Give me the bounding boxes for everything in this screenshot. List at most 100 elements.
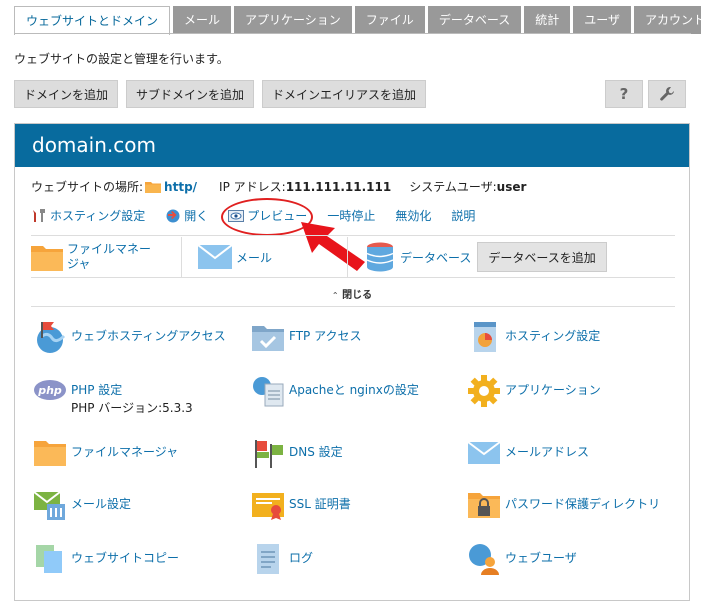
quick-access-bar: ファイルマネージャ メール データベース データベースを追加 [31, 237, 675, 277]
grid-ssl-certificates[interactable]: SSL 証明書 [251, 488, 351, 522]
domain-panel: domain.com ウェブサイトの場所: http/ IP アドレス: 111… [14, 123, 690, 601]
ip-value: 111.111.11.111 [285, 179, 392, 194]
grid-dns-settings[interactable]: DNS 設定 [251, 436, 343, 470]
system-user-value: user [496, 179, 527, 194]
grid-applications-label: アプリケーション [505, 383, 601, 397]
tab-applications[interactable]: アプリケーション [234, 6, 352, 34]
grid-file-manager[interactable]: ファイルマネージャ [33, 436, 178, 470]
tab-databases[interactable]: データベース [427, 6, 522, 34]
hosting-settings-link[interactable]: ホスティング設定 [31, 207, 145, 224]
quick-database-label: データベース [400, 250, 472, 265]
system-user-label: システムユーザ: [409, 180, 497, 194]
folder-icon [34, 441, 66, 466]
database-icon [366, 242, 394, 272]
grid-apache-nginx[interactable]: Apacheと nginxの設定 [251, 374, 419, 408]
tab-websites-domains[interactable]: ウェブサイトとドメイン [14, 6, 171, 35]
grid-php-settings-label: PHP 設定 [71, 383, 123, 397]
toolbar: ドメインを追加 サブドメインを追加 ドメインエイリアスを追加 [14, 80, 434, 108]
tab-account[interactable]: アカウント [634, 6, 701, 34]
grid-web-users-label: ウェブユーザ [505, 551, 577, 565]
add-domain-button[interactable]: ドメインを追加 [14, 80, 119, 108]
log-icon [257, 544, 279, 574]
disable-label: 無効化 [395, 209, 432, 223]
hosting-settings-icon [474, 322, 496, 352]
chevron-up-icon: ⌃ [331, 291, 339, 300]
tab-users[interactable]: ユーザ [573, 6, 631, 34]
description-link[interactable]: 説明 [451, 207, 475, 224]
grid-password-protected-dirs[interactable]: パスワード保護ディレクトリ [467, 488, 660, 522]
quick-file-manager-label: ファイルマネージャ [67, 242, 152, 271]
tab-divider [14, 33, 691, 34]
add-database-button[interactable]: データベースを追加 [477, 242, 607, 272]
php-version-text: PHP バージョン:5.3.3 [71, 401, 193, 415]
web-user-icon [469, 544, 499, 575]
grid-mail-settings[interactable]: メール設定 [33, 488, 131, 522]
main-tabs: ウェブサイトとドメイン メール アプリケーション ファイル データベース 統計 … [14, 6, 701, 35]
highlight-circle [221, 198, 313, 236]
certificate-icon [252, 493, 284, 520]
dns-icon [255, 440, 283, 468]
domain-title: domain.com [15, 124, 689, 167]
add-domain-alias-button[interactable]: ドメインエイリアスを追加 [262, 80, 427, 108]
mail-settings-icon [33, 491, 65, 520]
grid-apache-nginx-label: Apacheと nginxの設定 [289, 383, 419, 397]
divider-quick [31, 277, 675, 278]
tab-statistics[interactable]: 統計 [524, 6, 571, 34]
grid-dns-settings-label: DNS 設定 [289, 445, 343, 459]
quick-database[interactable]: データベース [348, 242, 471, 272]
tools-button[interactable] [648, 80, 686, 108]
tools-icon [33, 208, 45, 222]
grid-web-hosting-access[interactable]: ウェブホスティングアクセス [33, 320, 226, 354]
copy-icon [36, 545, 62, 573]
add-subdomain-button[interactable]: サブドメインを追加 [126, 80, 255, 108]
description-label: 説明 [451, 209, 476, 223]
php-icon: php [34, 380, 66, 400]
envelope-icon [467, 441, 501, 464]
wrench-icon [660, 86, 674, 101]
grid-hosting-settings[interactable]: ホスティング設定 [467, 320, 600, 354]
grid-php-settings[interactable]: php PHP 設定 PHP バージョン:5.3.3 [33, 374, 193, 417]
collapse-label: 閉じる [342, 290, 373, 301]
help-label: ? [619, 85, 629, 103]
hosting-settings-label: ホスティング設定 [50, 209, 146, 223]
lock-folder-icon [468, 493, 500, 518]
location-link[interactable]: http/ [164, 180, 197, 194]
open-link[interactable]: 開く [165, 207, 208, 224]
quick-file-manager[interactable]: ファイルマネージャ [31, 242, 181, 272]
folder-icon [145, 182, 162, 193]
grid-ftp-access[interactable]: FTP アクセス [251, 320, 361, 354]
ip-label: IP アドレス: [219, 180, 286, 194]
grid-logs[interactable]: ログ [251, 542, 313, 576]
grid-website-copy-label: ウェブサイトコピー [71, 551, 180, 565]
domain-info: ウェブサイトの場所: http/ IP アドレス: 111.111.11.111… [31, 178, 526, 195]
gear-icon [468, 375, 500, 407]
grid-website-copy[interactable]: ウェブサイトコピー [33, 542, 179, 576]
divider-grid [31, 306, 675, 307]
open-label: 開く [184, 209, 209, 223]
collapse-toggle[interactable]: ⌃ 閉じる [15, 286, 689, 301]
grid-web-users[interactable]: ウェブユーザ [467, 542, 577, 576]
grid-mail-addresses-label: メールアドレス [505, 445, 590, 459]
grid-mail-addresses[interactable]: メールアドレス [467, 436, 589, 470]
grid-file-manager-label: ファイルマネージャ [71, 445, 179, 459]
grid-applications[interactable]: アプリケーション [467, 374, 601, 408]
location-label: ウェブサイトの場所: [31, 180, 144, 194]
grid-hosting-settings-label: ホスティング設定 [505, 329, 601, 343]
grid-mail-settings-label: メール設定 [71, 497, 132, 511]
tab-mail[interactable]: メール [173, 6, 232, 34]
tab-files[interactable]: ファイル [354, 6, 425, 34]
grid-logs-label: ログ [289, 551, 314, 565]
quick-mail[interactable]: メール [182, 245, 347, 269]
ftp-folder-icon [252, 326, 284, 351]
svg-text:php: php [37, 384, 62, 397]
grid-ssl-certificates-label: SSL 証明書 [289, 497, 351, 511]
folder-icon [31, 246, 63, 271]
quick-mail-label: メール [236, 250, 273, 265]
envelope-icon [198, 245, 232, 269]
globe-arrow-icon [166, 209, 180, 222]
disable-link[interactable]: 無効化 [395, 207, 431, 224]
help-button[interactable]: ? [605, 80, 643, 108]
globe-flag-icon [37, 322, 66, 353]
grid-ftp-access-label: FTP アクセス [289, 329, 362, 343]
grid-web-hosting-access-label: ウェブホスティングアクセス [71, 329, 226, 343]
